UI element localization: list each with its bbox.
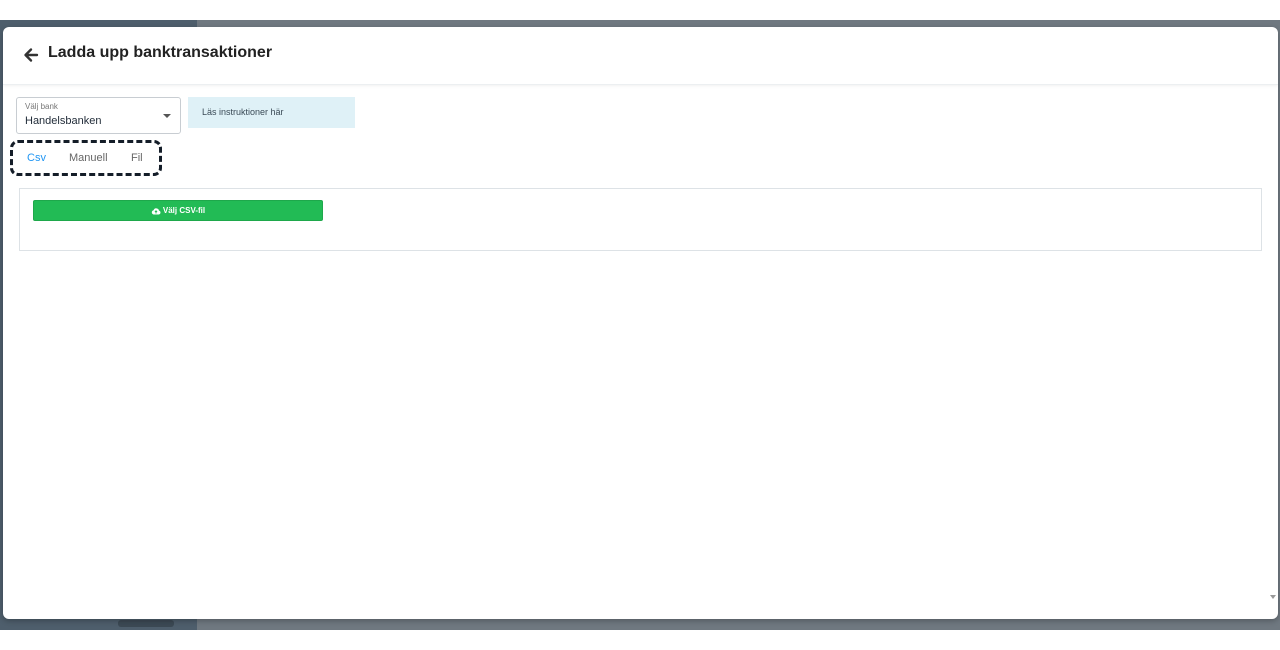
choose-csv-button[interactable]: Välj CSV-fil	[33, 200, 323, 221]
dialog-header: Ladda upp banktransaktioner	[3, 27, 1278, 85]
choose-csv-label: Välj CSV-fil	[162, 206, 206, 215]
instructions-link[interactable]: Läs instruktioner här	[188, 97, 355, 128]
dialog-title: Ladda upp banktransaktioner	[48, 44, 273, 61]
bank-select[interactable]: Välj bank Handelsbanken	[16, 97, 181, 134]
backdrop-handle	[118, 620, 174, 627]
tab-manuell[interactable]: Manuell	[69, 152, 108, 164]
upload-dialog: Ladda upp banktransaktioner Välj bank Ha…	[3, 27, 1278, 619]
scroll-down-arrow[interactable]	[1270, 595, 1276, 599]
tab-fil[interactable]: Fil	[131, 152, 143, 164]
cloud-upload-icon	[151, 208, 161, 215]
bank-select-value: Handelsbanken	[25, 115, 102, 127]
bank-select-label: Välj bank	[25, 102, 58, 111]
caret-down-icon	[163, 114, 171, 118]
arrow-left-icon[interactable]	[22, 46, 40, 64]
tab-csv[interactable]: Csv	[27, 152, 46, 164]
csv-upload-panel: Välj CSV-fil	[19, 188, 1262, 251]
